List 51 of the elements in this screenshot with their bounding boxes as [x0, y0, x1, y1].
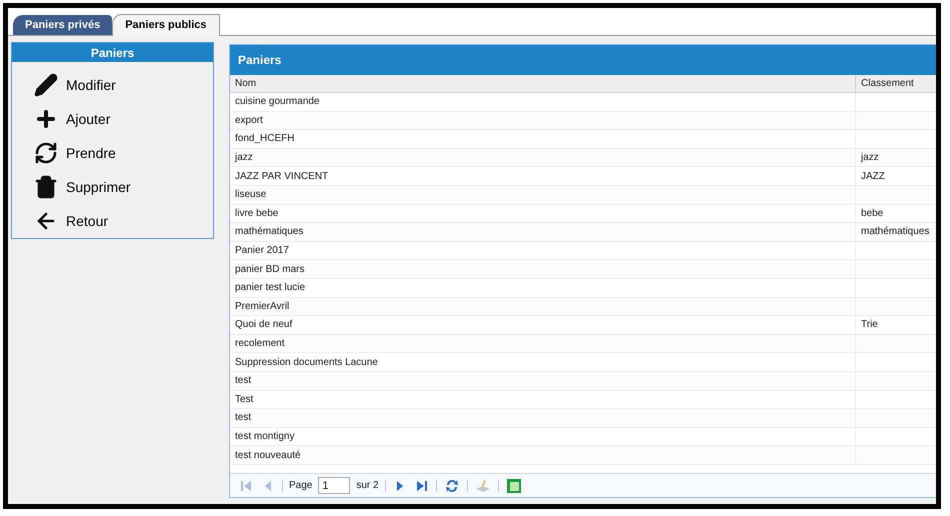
trash-icon	[34, 175, 58, 199]
panel-title: Paniers	[12, 43, 213, 62]
page-total: sur 2	[356, 479, 379, 493]
toolbar-button[interactable]	[504, 476, 523, 494]
table-cell-text: Trie	[860, 318, 879, 332]
action-button[interactable]: Ajouter	[34, 102, 213, 136]
table-cell: test	[230, 409, 856, 427]
last-page-icon	[416, 480, 428, 492]
table-cell: panier test lucie	[230, 278, 856, 297]
eraser-icon	[474, 478, 491, 494]
table-cell: livre bebe	[230, 204, 856, 222]
table-cell: recolement	[230, 334, 856, 352]
table-cell: test	[230, 372, 856, 390]
table-cell-text: JAZZ	[860, 170, 886, 184]
table-cell: test nouveauté	[230, 446, 856, 464]
page-field[interactable]: 1	[318, 477, 350, 494]
action-button[interactable]: Retour	[34, 204, 213, 238]
table-cell: Test	[230, 390, 856, 408]
table-cell: export	[230, 112, 856, 130]
table-cell: Quoi de neuf	[230, 316, 856, 334]
page-label: Page	[289, 479, 312, 493]
table-cell: jazz	[230, 148, 856, 166]
table-cell: mathématiques	[230, 223, 856, 241]
refresh-icon	[444, 478, 460, 494]
table-cell-text: jazz	[860, 151, 880, 166]
table-cell: Panier 2017	[230, 242, 856, 260]
column-header[interactable]: Classement	[856, 75, 936, 92]
table-cell: Suppression documents Lacune	[230, 353, 856, 371]
refresh-icon	[34, 141, 58, 165]
table-cell-text: bebe	[860, 206, 884, 221]
table-cell: JAZZ PAR VINCENT	[230, 167, 856, 185]
pencil-icon	[34, 73, 58, 97]
action-button[interactable]: Prendre	[34, 136, 213, 170]
table-cell: test montigny	[230, 428, 856, 446]
first-page-icon	[240, 480, 252, 492]
action-button[interactable]: Modifier	[34, 68, 213, 102]
table-cell: panier BD mars	[230, 260, 856, 278]
table-cell-text: mathématiques	[860, 225, 930, 240]
tab[interactable]: Paniers privés	[13, 15, 112, 35]
grid-title: Paniers	[230, 45, 936, 75]
spreadsheet-icon	[506, 478, 522, 494]
previous-page-icon	[264, 480, 272, 492]
tab[interactable]: Paniers publics	[112, 14, 220, 36]
table-cell: liseuse	[230, 186, 856, 204]
next-page-icon	[396, 480, 404, 492]
table-cell: cuisine gourmande	[230, 93, 856, 111]
plus-icon	[34, 107, 58, 131]
table-cell: fond_HCEFH	[230, 130, 856, 148]
table-cell: PremierAvril	[230, 298, 856, 316]
action-button[interactable]: Supprimer	[34, 170, 213, 204]
column-header[interactable]: Nom	[230, 75, 856, 92]
